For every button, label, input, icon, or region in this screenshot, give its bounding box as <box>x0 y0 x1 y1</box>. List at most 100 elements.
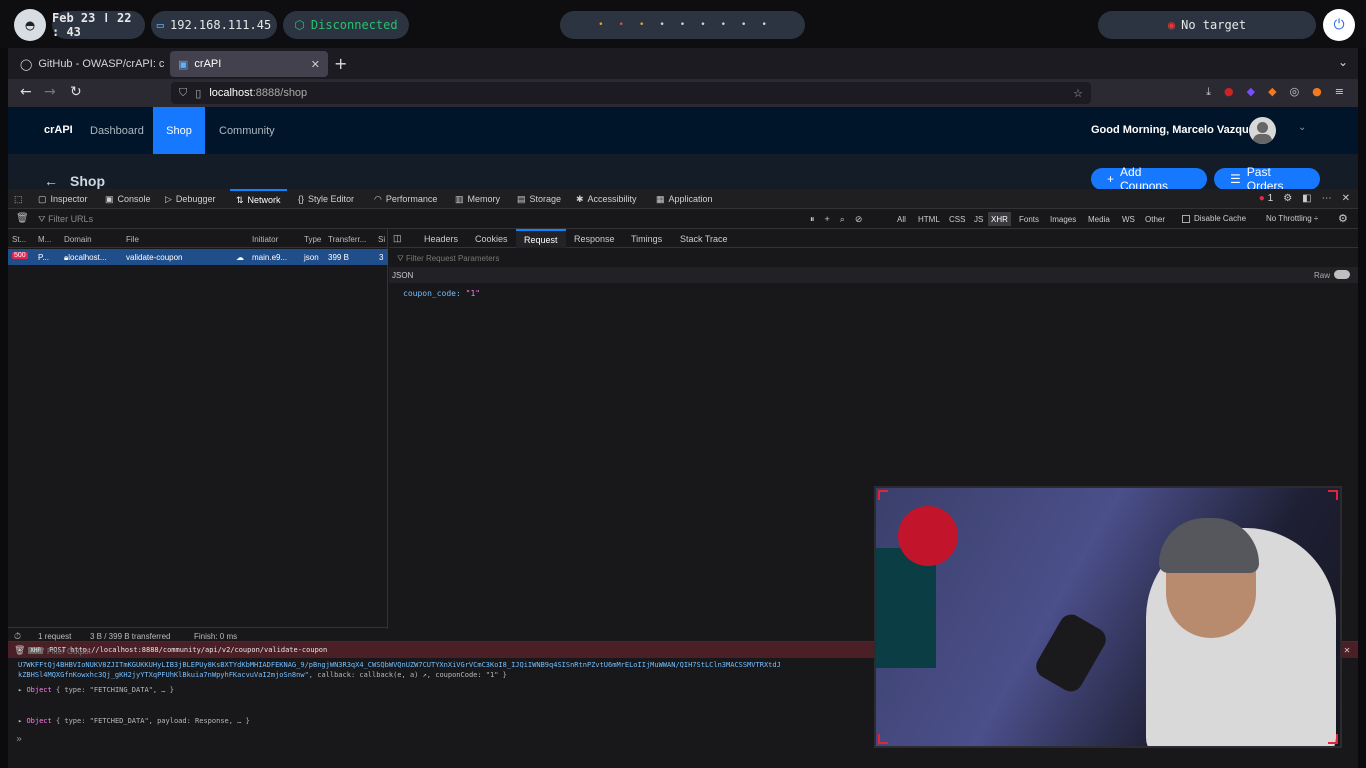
avatar[interactable] <box>1249 117 1276 144</box>
past-orders-button[interactable]: ☰ Past Orders <box>1214 165 1320 193</box>
foxyproxy-icon[interactable]: ◆ <box>1268 85 1276 99</box>
col-transferred[interactable]: Transferr... <box>328 235 366 244</box>
filter-fonts[interactable]: Fonts <box>1016 212 1042 226</box>
tab-github[interactable]: ◯ GitHub - OWASP/crAPI: co ✕ <box>12 51 164 77</box>
filter-images[interactable]: Images <box>1047 212 1079 226</box>
extension-icon[interactable]: ◎ <box>1290 85 1300 99</box>
workspace-dot[interactable]: • <box>659 20 664 30</box>
filter-js[interactable]: JS <box>971 212 986 226</box>
brand-logo[interactable]: crAPI <box>44 124 73 136</box>
vpn-indicator[interactable]: ⬡ Disconnected <box>283 11 409 39</box>
workspace-dot[interactable]: • <box>761 20 766 30</box>
col-domain[interactable]: Domain <box>64 235 92 244</box>
filter-other[interactable]: Other <box>1142 212 1168 226</box>
col-method[interactable]: M... <box>38 235 51 244</box>
tab-request[interactable]: Request <box>516 229 566 248</box>
throttling-select[interactable]: No Throttling ÷ <box>1266 214 1318 223</box>
settings-icon[interactable]: ⚙ <box>1283 193 1292 204</box>
chevron-down-icon[interactable]: ⌄ <box>1338 55 1348 69</box>
filter-all[interactable]: All <box>894 212 909 226</box>
console-message[interactable]: ▸ Object { type: "FETCHED_DATA", payload… <box>18 717 873 725</box>
more-icon[interactable]: ⋯ <box>1322 193 1332 204</box>
nav-dashboard[interactable]: Dashboard <box>78 107 156 154</box>
block-icon[interactable]: ⊘ <box>855 214 863 225</box>
nav-community[interactable]: Community <box>207 107 287 154</box>
table-row[interactable]: 500 P... 🔒︎localhost... validate-coupon … <box>8 249 388 265</box>
trash-icon[interactable]: 🗑 <box>16 213 29 224</box>
tab-performance[interactable]: ◠ Performance <box>374 189 437 209</box>
target-indicator[interactable]: ◉ No target <box>1098 11 1316 39</box>
tab-debugger[interactable]: ▷ Debugger <box>165 189 215 209</box>
extension-icon[interactable]: ◆ <box>1247 85 1255 99</box>
back-icon[interactable]: ← <box>20 84 32 100</box>
plus-icon[interactable]: + <box>825 214 830 225</box>
gear-icon[interactable]: ⚙ <box>1338 212 1348 225</box>
nav-shop[interactable]: Shop <box>153 107 205 154</box>
tab-console[interactable]: ▣ Console <box>105 189 151 209</box>
workspace-dot[interactable]: • <box>639 20 644 30</box>
search-icon[interactable]: ⌕ <box>840 214 845 225</box>
tab-timings[interactable]: Timings <box>623 229 670 248</box>
workspace-dot[interactable]: • <box>721 20 726 30</box>
close-icon[interactable]: ✕ <box>1342 193 1350 204</box>
burp-icon[interactable]: ● <box>1312 85 1322 99</box>
forward-icon[interactable]: → <box>44 84 56 100</box>
toggle-sidebar-icon[interactable]: ◫ <box>393 229 402 248</box>
tab-crapi[interactable]: ▣ crAPI ✕ <box>170 51 328 77</box>
workspace-dot[interactable]: • <box>741 20 746 30</box>
url-bar[interactable]: ⛉ ▯ localhost:8888/shop ☆ <box>171 82 1091 104</box>
raw-toggle[interactable] <box>1334 270 1350 279</box>
close-icon[interactable]: ✕ <box>1344 645 1350 656</box>
filter-params-input[interactable]: ⛛ Filter Request Parameters <box>397 254 499 264</box>
os-menu-button[interactable]: ◓ <box>14 9 46 41</box>
console-message[interactable]: ▸ Object { type: "FETCHING_DATA", … } <box>18 686 873 694</box>
pick-element-icon[interactable]: ⬚ <box>14 189 23 209</box>
workspace-dot[interactable]: • <box>619 20 624 30</box>
add-coupons-button[interactable]: + Add Coupons <box>1091 165 1207 193</box>
tab-inspector[interactable]: ▢ Inspector <box>38 189 88 209</box>
request-initiator[interactable]: main.e9... <box>252 253 287 262</box>
tab-headers[interactable]: Headers <box>416 229 466 248</box>
tab-response[interactable]: Response <box>566 229 623 248</box>
col-file[interactable]: File <box>126 235 139 244</box>
download-icon[interactable]: ⤓ <box>1206 85 1211 99</box>
error-count[interactable]: ● 1 <box>1259 193 1273 204</box>
trash-icon[interactable]: 🗑 <box>14 646 25 656</box>
new-tab-icon[interactable]: + <box>334 54 347 73</box>
menu-icon[interactable]: ≡ <box>1335 85 1344 99</box>
filter-urls-input[interactable]: ⛛ Filter URLs <box>38 214 93 225</box>
reload-icon[interactable]: ↻ <box>70 84 82 100</box>
back-arrow-icon[interactable]: ← <box>44 173 58 189</box>
filter-css[interactable]: CSS <box>946 212 968 226</box>
filter-media[interactable]: Media <box>1085 212 1113 226</box>
col-size[interactable]: Si <box>378 235 385 244</box>
col-status[interactable]: St... <box>12 235 26 244</box>
tab-memory[interactable]: ▥ Memory <box>455 189 500 209</box>
tab-application[interactable]: ▦ Application <box>656 189 713 209</box>
filter-xhr[interactable]: XHR <box>988 212 1011 226</box>
workspace-dot[interactable]: • <box>680 20 685 30</box>
ublock-icon[interactable]: ● <box>1224 85 1234 99</box>
close-tab-icon[interactable]: ✕ <box>311 58 320 71</box>
power-button[interactable]: ⏻ <box>1323 9 1355 41</box>
tab-cookies[interactable]: Cookies <box>467 229 516 248</box>
chevron-down-icon[interactable]: ⌄ <box>1298 122 1306 133</box>
workspace-dot[interactable]: • <box>598 20 603 30</box>
tab-style-editor[interactable]: {} Style Editor <box>298 189 354 209</box>
tab-accessibility[interactable]: ✱ Accessibility <box>576 189 637 209</box>
console-input[interactable]: » <box>16 734 22 745</box>
filter-output-input[interactable]: ⛛ Filter Output <box>38 647 91 657</box>
workspace-dot[interactable]: • <box>700 20 705 30</box>
col-type[interactable]: Type <box>304 235 321 244</box>
tab-network[interactable]: ⇅ Network <box>230 189 287 209</box>
tab-stack-trace[interactable]: Stack Trace <box>672 229 736 248</box>
tab-storage[interactable]: ▤ Storage <box>517 189 561 209</box>
filter-ws[interactable]: WS <box>1119 212 1138 226</box>
bookmark-star-icon[interactable]: ☆ <box>1073 87 1083 100</box>
col-initiator[interactable]: Initiator <box>252 235 278 244</box>
pause-icon[interactable]: ⏸ <box>810 214 815 225</box>
dock-icon[interactable]: ◧ <box>1302 193 1311 204</box>
workspace-switcher[interactable]: • • • • • • • • • <box>560 11 805 39</box>
disable-cache-checkbox[interactable]: Disable Cache <box>1182 214 1246 223</box>
filter-html[interactable]: HTML <box>915 212 943 226</box>
